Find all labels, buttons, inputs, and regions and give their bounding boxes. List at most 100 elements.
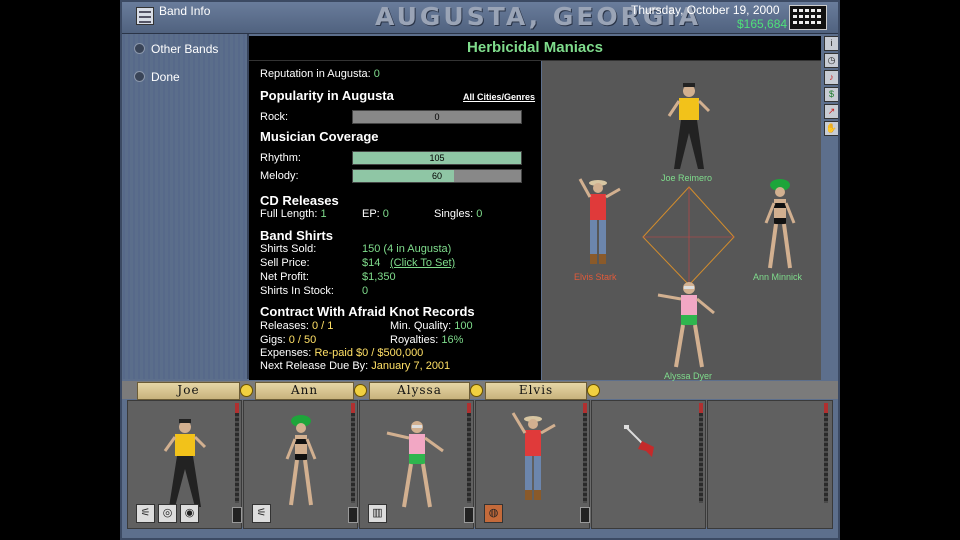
- stage-joe-figure[interactable]: [667, 83, 711, 169]
- sell-price-value: $14: [362, 257, 381, 269]
- done-button[interactable]: Done: [134, 70, 180, 86]
- expenses-value: Re-paid $0 / $500,000: [314, 347, 424, 359]
- ep-row: EP: 0: [362, 208, 389, 220]
- shirts-heading: Band Shirts: [260, 228, 333, 243]
- stage-diamond: [642, 186, 735, 286]
- slot-elvis[interactable]: ◍: [475, 400, 590, 529]
- shirts-stock-label: Shirts In Stock:: [260, 285, 334, 297]
- stage-diagram: [578, 83, 796, 368]
- electric-guitar-icon[interactable]: [622, 421, 662, 461]
- money-icon[interactable]: $: [824, 87, 839, 102]
- next-release-value: January 7, 2001: [371, 360, 451, 372]
- min-quality-row: Min. Quality: 100: [390, 320, 473, 332]
- coverage-heading: Musician Coverage: [260, 129, 379, 144]
- singles-row: Singles: 0: [434, 208, 482, 220]
- stage-alyssa-figure[interactable]: [657, 282, 715, 368]
- game-window: Band Info AUGUSTA, GEORGIA Thursday, Oct…: [120, 0, 840, 540]
- volume-fader[interactable]: [348, 507, 358, 523]
- chart-icon[interactable]: ↗: [824, 104, 839, 119]
- rock-label: Rock:: [260, 111, 289, 123]
- contract-heading: Contract With Afraid Knot Records: [260, 304, 475, 319]
- expenses-label: Expenses:: [260, 347, 312, 359]
- min-quality-value: 100: [454, 320, 473, 332]
- shirts-sold-value: 150 (4 in Augusta): [362, 243, 452, 255]
- cymbal-instrument-icon[interactable]: ◉: [180, 504, 199, 523]
- music-note-icon[interactable]: ♪: [824, 70, 839, 85]
- min-quality-label: Min. Quality:: [390, 320, 452, 332]
- next-release-label: Next Release Due By:: [260, 360, 369, 372]
- stage-name-ann: Ann Minnick: [753, 272, 803, 282]
- guitar-instrument-icon[interactable]: ⚟: [136, 504, 155, 523]
- slot-alyssa[interactable]: ▥: [359, 400, 474, 529]
- rhythm-label: Rhythm:: [260, 152, 301, 164]
- releases-value: 0 / 1: [311, 320, 334, 332]
- rhythm-value: 105: [429, 153, 445, 163]
- clock-icon[interactable]: ◷: [824, 53, 839, 68]
- volume-meter: [467, 403, 471, 503]
- popularity-heading: Popularity in Augusta: [260, 88, 394, 103]
- reputation-value: 0: [373, 68, 380, 80]
- alyssa-figure: [386, 421, 444, 508]
- volume-meter: [824, 403, 828, 503]
- stage-ann-figure[interactable]: [764, 179, 796, 269]
- tab-elvis[interactable]: Elvis: [485, 382, 587, 400]
- radio-dot-icon: [134, 71, 145, 82]
- band-name-title: Herbicidal Maniacs: [249, 36, 821, 61]
- ep-value: 0: [382, 208, 389, 220]
- calendar-icon[interactable]: [789, 5, 827, 30]
- other-bands-label: Other Bands: [151, 42, 219, 56]
- money-display: $165,684: [737, 17, 788, 31]
- rock-value: 0: [434, 112, 440, 122]
- volume-fader[interactable]: [580, 507, 590, 523]
- volume-fader[interactable]: [232, 507, 242, 523]
- set-price-link[interactable]: (Click To Set): [390, 257, 455, 269]
- sell-price-label: Sell Price:: [260, 257, 310, 269]
- menu-icon[interactable]: [136, 7, 154, 25]
- singles-value: 0: [476, 208, 483, 220]
- band-info-menu[interactable]: Band Info: [159, 4, 210, 18]
- net-profit-value: $1,350: [362, 271, 396, 283]
- snare-drum-instrument-icon[interactable]: ◍: [484, 504, 503, 523]
- ep-label: EP:: [362, 208, 380, 220]
- reputation-row: Reputation in Augusta: 0: [260, 68, 380, 80]
- slot-empty[interactable]: [707, 400, 833, 529]
- melody-value: 60: [431, 171, 442, 181]
- smiley-icon: [354, 384, 367, 397]
- tab-alyssa[interactable]: Alyssa: [369, 382, 470, 400]
- band-info-panel: Reputation in Augusta: 0 Popularity in A…: [249, 36, 541, 380]
- gigs-row: Gigs: 0 / 50: [260, 334, 316, 346]
- bass-instrument-icon[interactable]: ⚟: [252, 504, 271, 523]
- volume-meter: [583, 403, 587, 503]
- info-icon[interactable]: i: [824, 36, 839, 51]
- stage-view: Joe Reimero Elvis Stark Ann Minnick Alys…: [542, 61, 821, 381]
- stage-name-alyssa: Alyssa Dyer: [664, 371, 713, 381]
- drum-instrument-icon[interactable]: ◎: [158, 504, 177, 523]
- melody-label: Melody:: [260, 170, 299, 182]
- stage-elvis-figure[interactable]: [578, 178, 621, 264]
- next-release-row: Next Release Due By: January 7, 2001: [260, 360, 450, 372]
- slot-empty[interactable]: [591, 400, 706, 529]
- rhythm-bar: 105: [352, 151, 522, 165]
- slot-joe[interactable]: ⚟ ◎ ◉: [127, 400, 242, 529]
- handshake-icon[interactable]: ✋: [824, 121, 839, 136]
- melody-bar: 60: [352, 169, 522, 183]
- releases-label: Releases:: [260, 320, 309, 332]
- all-cities-genres-link[interactable]: All Cities/Genres: [463, 92, 535, 102]
- keyboard-instrument-icon[interactable]: ▥: [368, 504, 387, 523]
- royalties-label: Royalties:: [390, 334, 439, 346]
- tab-ann[interactable]: Ann: [255, 382, 354, 400]
- volume-meter: [351, 403, 355, 503]
- done-label: Done: [151, 70, 180, 84]
- elvis-figure: [511, 412, 556, 500]
- stage-name-joe: Joe Reimero: [661, 173, 713, 183]
- full-length-label: Full Length:: [260, 208, 318, 220]
- slot-ann[interactable]: ⚟: [243, 400, 358, 529]
- full-length-value: 1: [320, 208, 327, 220]
- volume-meter: [699, 403, 703, 503]
- other-bands-button[interactable]: Other Bands: [134, 42, 218, 58]
- tab-joe[interactable]: Joe: [137, 382, 240, 400]
- sidebar: Other Bands Done: [120, 34, 249, 379]
- smiley-icon: [240, 384, 253, 397]
- volume-fader[interactable]: [464, 507, 474, 523]
- shirts-stock-value: 0: [362, 285, 369, 297]
